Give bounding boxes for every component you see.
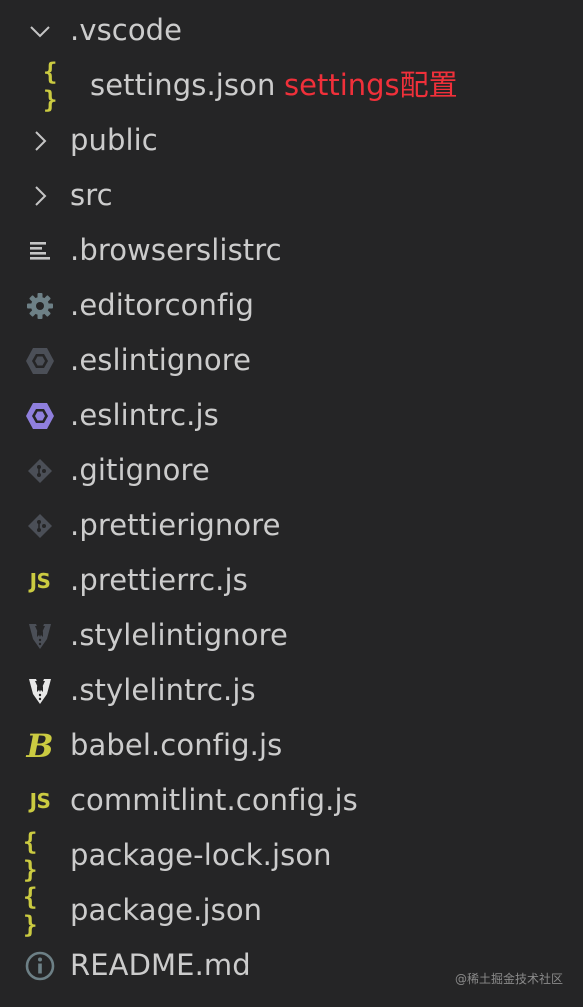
annotation-text: settings配置 xyxy=(284,68,458,102)
file-label: .stylelintrc.js xyxy=(70,673,256,707)
file-commitlint-config-js[interactable]: JS commitlint.config.js xyxy=(0,773,583,828)
json-icon: { } xyxy=(23,828,57,884)
file-eslintrc-js[interactable]: .eslintrc.js xyxy=(0,388,583,443)
babel-glyph: B xyxy=(26,726,54,765)
file-label: README.md xyxy=(70,948,251,982)
file-label: src xyxy=(70,178,113,212)
file-babel-config-js[interactable]: B babel.config.js xyxy=(0,718,583,773)
file-eslintignore[interactable]: .eslintignore xyxy=(0,333,583,388)
folder-vscode[interactable]: .vscode xyxy=(0,3,583,58)
tuxedo-icon xyxy=(23,674,57,708)
file-label: .eslintignore xyxy=(70,343,252,377)
eslint-hexagon-icon xyxy=(23,399,57,433)
file-gitignore[interactable]: .gitignore xyxy=(0,443,583,498)
js-icon: JS xyxy=(23,564,57,598)
json-glyph: { } xyxy=(23,882,37,939)
file-label: commitlint.config.js xyxy=(70,783,358,817)
folder-src[interactable]: src xyxy=(0,168,583,223)
file-label: .gitignore xyxy=(70,453,210,487)
file-label: settings.json xyxy=(90,68,276,102)
file-label: .vscode xyxy=(70,13,183,47)
file-package-lock-json[interactable]: { } package-lock.json xyxy=(0,828,583,884)
file-label: public xyxy=(70,123,158,157)
lines-icon xyxy=(23,234,57,268)
chevron-down-icon[interactable] xyxy=(23,14,57,48)
file-package-json[interactable]: { } package.json xyxy=(0,883,583,939)
file-label: .stylelintignore xyxy=(70,618,288,652)
json-icon: { } xyxy=(43,58,77,114)
file-prettierignore[interactable]: .prettierignore xyxy=(0,498,583,553)
file-label: package-lock.json xyxy=(70,838,332,872)
git-diamond-icon xyxy=(23,454,57,488)
chevron-right-icon[interactable] xyxy=(23,179,57,213)
file-stylelintignore[interactable]: .stylelintignore xyxy=(0,608,583,663)
file-settings-json[interactable]: { } settings.json settings配置 xyxy=(0,58,583,114)
git-diamond-icon xyxy=(23,509,57,543)
file-prettierrc-js[interactable]: JS .prettierrc.js xyxy=(0,553,583,608)
file-browserslistrc[interactable]: .browserslistrc xyxy=(0,223,583,278)
chevron-right-icon[interactable] xyxy=(23,124,57,158)
json-glyph: { } xyxy=(43,57,57,114)
file-stylelintrc-js[interactable]: .stylelintrc.js xyxy=(0,663,583,718)
watermark-text: @稀土掘金技术社区 xyxy=(454,972,563,986)
file-label: .eslintrc.js xyxy=(70,398,219,432)
tuxedo-icon xyxy=(23,619,57,653)
json-glyph: { } xyxy=(23,827,37,884)
file-label: package.json xyxy=(70,893,263,927)
info-icon xyxy=(23,949,57,983)
eslint-hexagon-icon xyxy=(23,344,57,378)
file-editorconfig[interactable]: .editorconfig xyxy=(0,278,583,333)
file-explorer-tree: .vscode { } settings.json settings配置 pub… xyxy=(0,3,583,993)
file-label: babel.config.js xyxy=(70,728,283,762)
file-label: .browserslistrc xyxy=(70,233,282,267)
file-label: .editorconfig xyxy=(70,288,254,322)
file-label: .prettierignore xyxy=(70,508,281,542)
js-glyph: JS xyxy=(29,568,51,593)
js-icon: JS xyxy=(23,784,57,818)
js-glyph: JS xyxy=(29,788,51,813)
folder-public[interactable]: public xyxy=(0,113,583,168)
json-icon: { } xyxy=(23,883,57,939)
gear-icon xyxy=(23,289,57,323)
file-label: .prettierrc.js xyxy=(70,563,248,597)
babel-icon: B xyxy=(23,726,57,765)
